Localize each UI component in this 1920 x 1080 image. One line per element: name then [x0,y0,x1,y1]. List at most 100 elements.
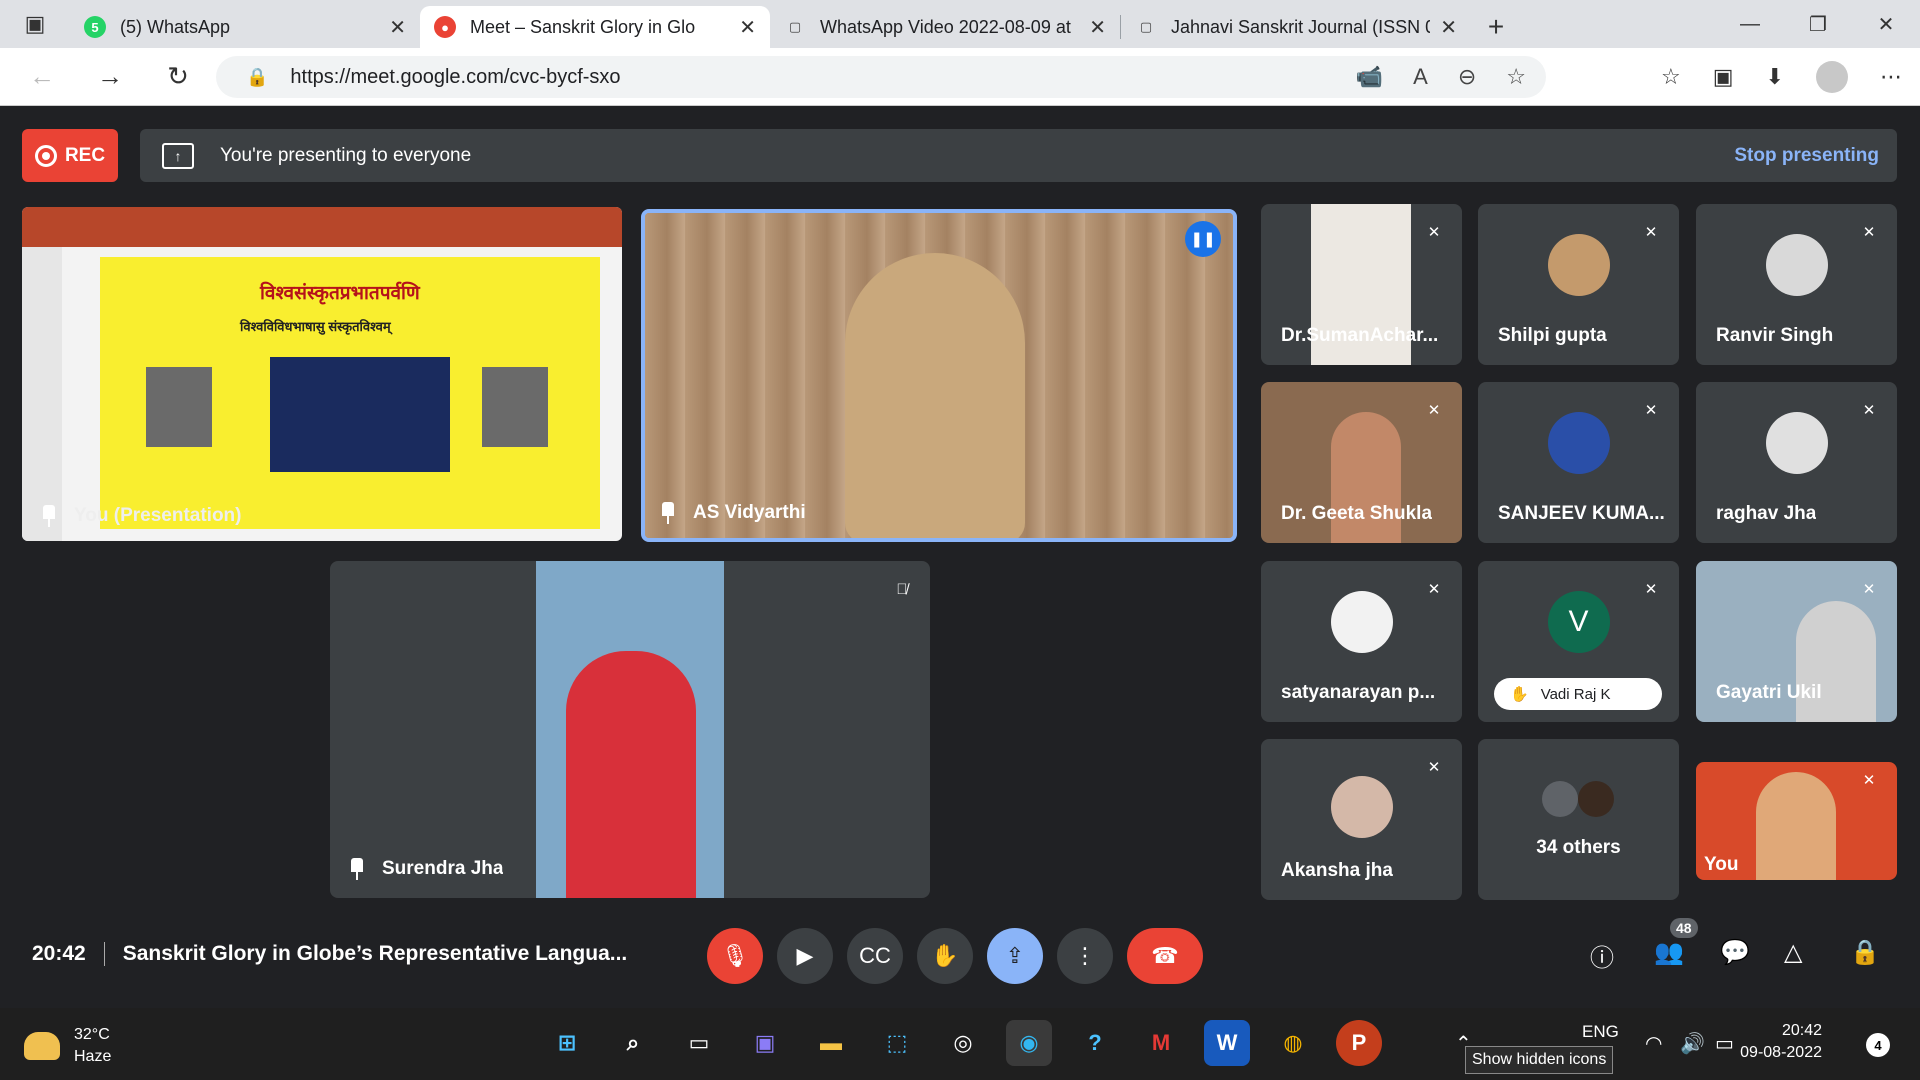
pin-icon[interactable] [350,857,364,880]
leave-call-button[interactable]: ☎ [1127,928,1203,984]
tab-title: (5) WhatsApp [120,16,231,37]
close-icon[interactable]: ✕ [1440,15,1457,40]
task-view-icon[interactable]: ▭ [676,1020,722,1066]
camera-icon[interactable]: 📹 [1356,64,1383,90]
participant-tile[interactable]: ✕ Gayatri Ukil [1696,561,1897,722]
whatsapp-icon: 5 [84,16,106,38]
back-icon[interactable]: ← [12,48,72,106]
profile-avatar[interactable] [1816,61,1848,93]
presentation-tile[interactable]: विश्वसंस्कृतप्रभातपर्वणि विश्वविविधभाषास… [22,207,622,541]
tab-whatsapp-video[interactable]: ▢ WhatsApp Video 2022-08-09 at ✕ [770,6,1120,48]
start-icon[interactable]: ⊞ [544,1020,590,1066]
word-icon[interactable]: W [1204,1020,1250,1066]
meeting-title: Sanskrit Glory in Globe’s Representative… [122,942,628,965]
url-field[interactable]: 🔒 https://meet.google.com/cvc-bycf-sxo 📹… [216,56,1546,98]
tab-meet[interactable]: ● Meet – Sanskrit Glory in Glo ✕ [420,6,770,48]
self-view-tile[interactable]: ✕ You [1696,762,1897,880]
url-text: https://meet.google.com/cvc-bycf-sxo [290,65,621,88]
recording-indicator[interactable]: REC [22,129,118,182]
participant-tile[interactable]: ✕ Shilpi gupta [1478,204,1679,365]
avatar [1330,775,1393,838]
chat-app-icon[interactable]: ▣ [742,1020,788,1066]
tab-jahnavi-journal[interactable]: ▢ Jahnavi Sanskrit Journal (ISSN 09 ✕ [1121,6,1471,48]
minimize-icon[interactable]: — [1716,0,1784,48]
pin-icon[interactable] [42,505,56,527]
downloads-icon[interactable]: ⬇ [1766,64,1784,90]
participant-name: Shilpi gupta [1498,325,1607,346]
zoom-icon[interactable]: ⊖ [1458,64,1476,90]
edge-icon[interactable]: ◉ [1006,1020,1052,1066]
more-icon[interactable]: ⋯ [1880,64,1902,90]
participant-tile[interactable]: ✕ Dr.SumanAchar... [1261,204,1462,365]
read-aloud-icon[interactable]: A [1413,64,1428,90]
participant-tile[interactable]: ✕ Ranvir Singh [1696,204,1897,365]
search-icon[interactable]: ⌕ [610,1020,656,1066]
pinned-video [536,561,724,898]
rec-label: REC [64,144,106,166]
others-count: 34 others [1536,837,1621,858]
refresh-icon[interactable]: ↻ [148,48,208,106]
pinned-speaker-tile[interactable]: 🎙̸ Surendra Jha [330,561,930,898]
mic-off-button[interactable]: 🎙 [707,928,763,984]
file-explorer-icon[interactable]: ▬ [808,1020,854,1066]
people-icon[interactable]: 👥 [1654,938,1684,967]
weather-widget[interactable]: 32°C Haze [24,1024,111,1068]
close-icon[interactable]: ✕ [389,15,406,40]
taskbar-apps: ⊞ ⌕ ▭ ▣ ▬ ⬚ ◎ ◉ ? M W ◍ P [544,1020,1382,1066]
store-icon[interactable]: ⬚ [874,1020,920,1066]
participant-tile[interactable]: V ✕ ✋ Vadi Raj K [1478,561,1679,722]
info-icon[interactable]: ⓘ [1590,938,1614,973]
participant-name: raghav Jha [1716,503,1817,524]
participant-name: Ranvir Singh [1716,325,1834,346]
captions-button[interactable]: CC [847,928,903,984]
participant-name: AS Vidyarthi [661,501,806,524]
slide-subtitle: विश्वविविधभाषासु संस्कृतविश्वम् [240,319,391,334]
add-favorite-icon[interactable]: ☆ [1506,64,1526,90]
slide-title: विश्वसंस्कृतप्रभातपर्वणि [260,283,420,304]
close-icon[interactable]: ✕ [739,15,756,40]
others-tile[interactable]: 34 others [1478,739,1679,900]
lock-icon: 🔒 [246,66,269,87]
help-icon[interactable]: ? [1072,1020,1118,1066]
activities-icon[interactable]: △ [1784,938,1802,967]
chrome-icon[interactable]: ◍ [1270,1020,1316,1066]
chat-icon[interactable]: 💬 [1720,938,1750,967]
document-icon: ▢ [788,19,802,34]
muted-icon: 🎙̸ [896,580,908,598]
participant-tile[interactable]: ✕ Akansha jha [1261,739,1462,900]
powerpoint-icon[interactable]: P [1336,1020,1382,1066]
participant-tile[interactable]: ✕ raghav Jha [1696,382,1897,543]
present-button[interactable]: ⇪ [987,928,1043,984]
volume-icon[interactable]: 🔊 [1680,1031,1705,1056]
raise-hand-button[interactable]: ✋ [917,928,973,984]
pin-icon[interactable] [661,501,675,524]
restore-icon[interactable]: ❐ [1784,0,1852,48]
app-icon[interactable]: ◎ [940,1020,986,1066]
close-window-icon[interactable]: ✕ [1852,0,1920,48]
avatar [1765,234,1828,297]
participant-tile[interactable]: ✕ satyanarayan p... [1261,561,1462,722]
participant-tile[interactable]: ✕ Dr. Geeta Shukla [1261,382,1462,543]
collections-icon[interactable]: ▣ [1713,64,1734,90]
wifi-icon[interactable]: ◠ [1645,1031,1662,1056]
avatar [1578,781,1614,817]
new-tab-button[interactable]: + [1471,6,1521,48]
close-icon[interactable]: ✕ [1089,15,1106,40]
more-options-button[interactable]: ⋮ [1057,928,1113,984]
forward-icon[interactable]: → [80,48,140,106]
main-speaker-tile[interactable]: ❚❚ AS Vidyarthi [641,209,1237,542]
avatar [1547,234,1610,297]
mcafee-icon[interactable]: M [1138,1020,1184,1066]
language-indicator[interactable]: ENG [1582,1022,1619,1042]
participant-name: Dr.SumanAchar... [1281,325,1439,346]
favorites-icon[interactable]: ☆ [1661,64,1681,90]
tab-whatsapp[interactable]: 5 (5) WhatsApp ✕ [70,6,420,48]
notification-badge[interactable]: 4 [1866,1033,1890,1057]
tab-actions-icon[interactable]: ▣ [0,0,70,48]
hand-raised-chip: ✋ Vadi Raj K [1494,678,1662,710]
host-controls-icon[interactable]: 🔒 [1850,938,1880,967]
participant-tile[interactable]: ✕ SANJEEV KUMA... [1478,382,1679,543]
camera-button[interactable]: ▶ [777,928,833,984]
system-clock[interactable]: 20:42 09-08-2022 [1740,1020,1822,1064]
stop-presenting-button[interactable]: Stop presenting [1734,145,1879,167]
